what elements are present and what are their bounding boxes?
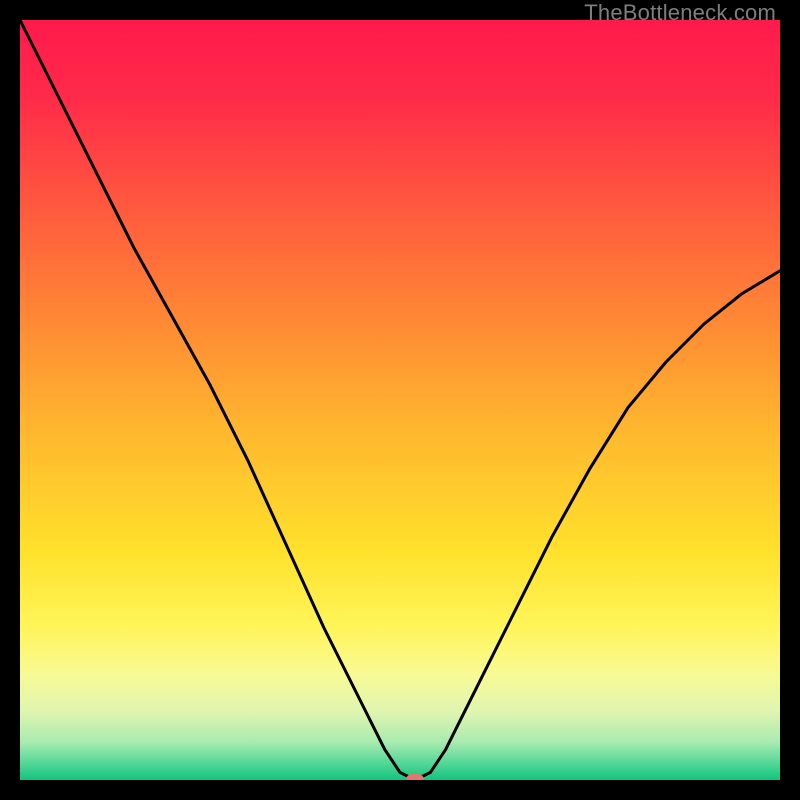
bottleneck-curve (20, 20, 780, 780)
plot-area (20, 20, 780, 780)
optimal-point-marker (406, 774, 424, 780)
watermark-text: TheBottleneck.com (584, 0, 776, 26)
chart-frame: TheBottleneck.com (0, 0, 800, 800)
